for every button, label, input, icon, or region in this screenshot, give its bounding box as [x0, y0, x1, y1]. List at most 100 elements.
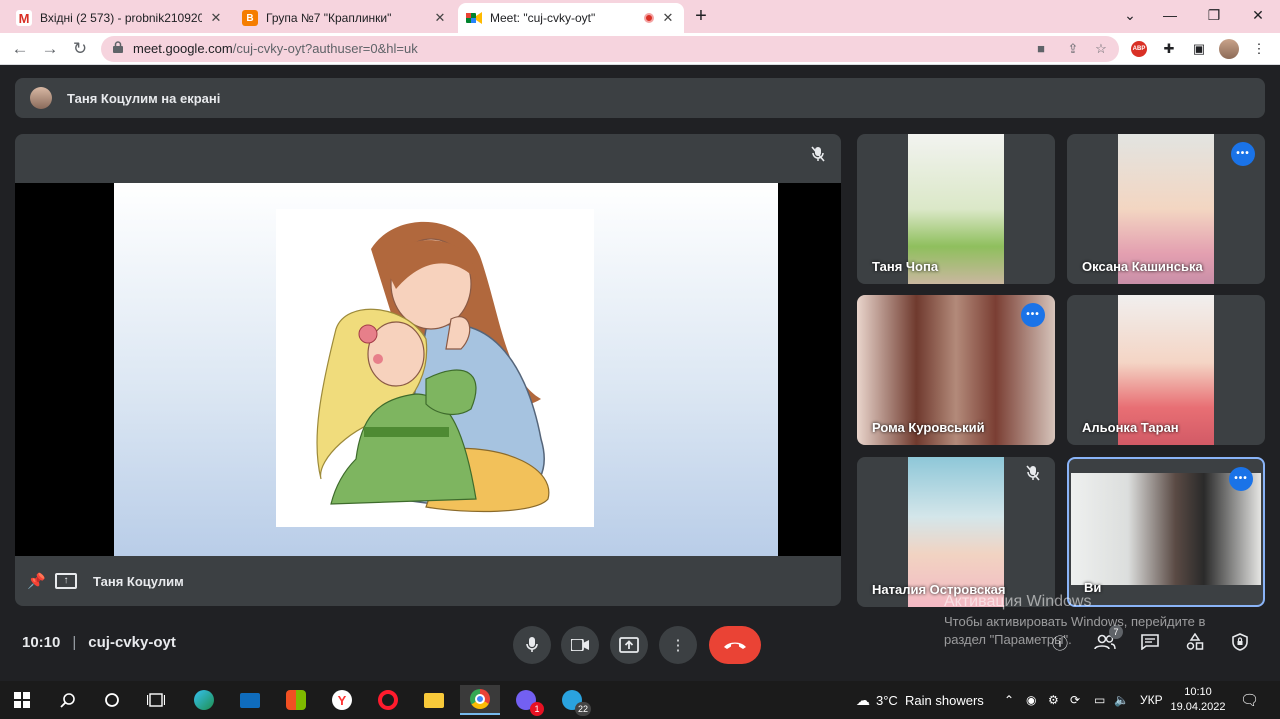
self-video: [1071, 473, 1261, 585]
camera-in-use-icon[interactable]: ■: [1031, 39, 1051, 59]
adblock-icon[interactable]: ABP: [1128, 38, 1150, 60]
presenting-banner: Таня Коцулим на екрані: [15, 78, 1265, 118]
profile-avatar[interactable]: [1218, 38, 1240, 60]
notifications-icon[interactable]: 🗨: [1240, 681, 1259, 719]
more-vert-icon: ⋮: [670, 637, 686, 654]
leave-call-button[interactable]: [709, 626, 761, 664]
present-screen-icon: ↑: [55, 573, 77, 589]
presentation-stage[interactable]: 📌 ↑ Таня Коцулим: [15, 134, 841, 606]
yandex-browser-icon[interactable]: Y: [322, 685, 362, 715]
participant-tile[interactable]: Оксана Кашинська •••: [1067, 134, 1265, 284]
mother-hugging-child-illustration: [276, 209, 594, 527]
gmail-icon: M: [16, 10, 32, 26]
store-icon[interactable]: [276, 685, 316, 715]
recording-icon: [644, 13, 654, 23]
system-clock[interactable]: 10:10 19.04.2022: [1168, 685, 1228, 715]
edge-icon[interactable]: [184, 685, 224, 715]
tray-app-icon[interactable]: ⚙: [1048, 681, 1059, 719]
tray-sync-icon[interactable]: ⟳: [1070, 681, 1080, 719]
extensions-puzzle-icon[interactable]: ✚: [1158, 38, 1180, 60]
file-explorer-icon[interactable]: [414, 685, 454, 715]
meeting-info: 10:10 | cuj-cvky-oyt: [22, 634, 176, 651]
lock-icon: [113, 41, 123, 53]
telegram-icon[interactable]: 22: [552, 685, 592, 716]
search-icon[interactable]: [48, 685, 88, 715]
participant-name: Оксана Кашинська: [1082, 259, 1203, 274]
tab-title: Meet: "cuj-cvky-oyt": [490, 11, 596, 25]
tab-gmail[interactable]: M Вхідні (2 573) - probnik21092018 ✕: [8, 3, 232, 33]
browser-menu-icon[interactable]: ⋮: [1248, 38, 1270, 60]
close-tab-icon[interactable]: ✕: [660, 10, 676, 26]
camera-button[interactable]: [561, 626, 599, 664]
cortana-icon[interactable]: [92, 685, 132, 715]
language-indicator[interactable]: УКР: [1140, 681, 1163, 719]
tab-title: Група №7 "Краплинки": [266, 11, 392, 25]
participant-tile[interactable]: Наталия Островская: [857, 457, 1055, 607]
watermark-line: Чтобы активировать Windows, перейдите в: [944, 614, 1206, 629]
presenter-footer: 📌 ↑ Таня Коцулим: [15, 556, 841, 606]
task-view-icon[interactable]: [136, 685, 176, 715]
presenter-avatar: [30, 87, 52, 109]
present-icon: [619, 637, 639, 653]
opera-icon[interactable]: [368, 685, 408, 715]
self-view-tile[interactable]: Ви •••: [1067, 457, 1265, 607]
weather-text: 3°C Rain showers: [876, 692, 984, 708]
meet-mic-tray-icon[interactable]: ◉: [1026, 681, 1036, 719]
more-options-button[interactable]: ⋮: [659, 626, 697, 664]
mail-icon[interactable]: [230, 685, 270, 715]
back-icon[interactable]: ←: [8, 37, 32, 61]
mic-icon: [526, 637, 538, 652]
chrome-icon[interactable]: [460, 685, 500, 715]
close-tab-icon[interactable]: ✕: [208, 10, 224, 26]
participant-name: Рома Куровський: [872, 420, 985, 435]
participant-name: Альонка Таран: [1082, 420, 1179, 435]
pin-icon[interactable]: 📌: [27, 572, 46, 590]
blogger-icon: B: [242, 10, 258, 26]
tab-blogger[interactable]: B Група №7 "Краплинки" ✕: [234, 3, 456, 33]
mic-off-icon: [1021, 465, 1045, 489]
url-host: meet.google.com: [133, 41, 233, 56]
new-tab-button[interactable]: +: [690, 6, 712, 28]
tab-meet[interactable]: Meet: "cuj-cvky-oyt" ✕: [458, 3, 684, 33]
forward-icon[interactable]: →: [38, 37, 62, 61]
speaking-indicator-icon: •••: [1231, 142, 1255, 166]
tray-chevron-icon[interactable]: ⌃: [1004, 681, 1014, 719]
meeting-code: cuj-cvky-oyt: [88, 634, 176, 651]
close-tab-icon[interactable]: ✕: [432, 10, 448, 26]
rain-cloud-icon: ☁: [856, 691, 870, 708]
watermark-line: раздел "Параметры".: [944, 632, 1072, 647]
speaking-indicator-icon: •••: [1021, 303, 1045, 327]
reload-icon[interactable]: ↻: [68, 37, 92, 61]
browser-toolbar: ← → ↻ meet.google.com/cuj-cvky-oyt?authu…: [0, 33, 1280, 65]
share-icon[interactable]: ⇪: [1063, 39, 1083, 59]
close-window-button[interactable]: ✕: [1236, 0, 1280, 30]
presenter-name: Таня Коцулим: [93, 573, 184, 589]
weather-widget[interactable]: ☁ 3°C Rain showers: [856, 681, 984, 719]
speaking-indicator-icon: •••: [1229, 467, 1253, 491]
side-panel-icon[interactable]: ▣: [1188, 38, 1210, 60]
camera-icon: [571, 639, 589, 651]
tab-search-icon[interactable]: ⌄: [1108, 0, 1152, 30]
participant-tile[interactable]: Альонка Таран: [1067, 295, 1265, 445]
minimize-button[interactable]: —: [1148, 0, 1192, 30]
address-bar[interactable]: meet.google.com/cuj-cvky-oyt?authuser=0&…: [101, 36, 1119, 62]
windows-start-icon[interactable]: [2, 685, 42, 715]
maximize-button[interactable]: ❐: [1192, 0, 1236, 30]
volume-icon[interactable]: 🔈: [1114, 681, 1129, 719]
bookmark-star-icon[interactable]: ☆: [1091, 39, 1111, 59]
presentation-slide: [114, 183, 778, 556]
url-text: meet.google.com/cuj-cvky-oyt?authuser=0&…: [133, 41, 418, 56]
network-icon[interactable]: ▭: [1094, 681, 1105, 719]
participant-tile[interactable]: Рома Куровський •••: [857, 295, 1055, 445]
telegram-badge: 22: [575, 702, 591, 716]
viber-badge: 1: [530, 702, 544, 716]
microphone-button[interactable]: [513, 626, 551, 664]
host-controls-icon[interactable]: [1228, 630, 1252, 654]
clock-time: 10:10: [1184, 686, 1212, 698]
meet-icon: [466, 10, 482, 26]
participant-tile[interactable]: Таня Чопа: [857, 134, 1055, 284]
tab-title: Вхідні (2 573) - probnik21092018: [40, 11, 202, 25]
shared-screen: [15, 183, 841, 556]
viber-icon[interactable]: 1: [506, 685, 546, 716]
present-now-button[interactable]: [610, 626, 648, 664]
